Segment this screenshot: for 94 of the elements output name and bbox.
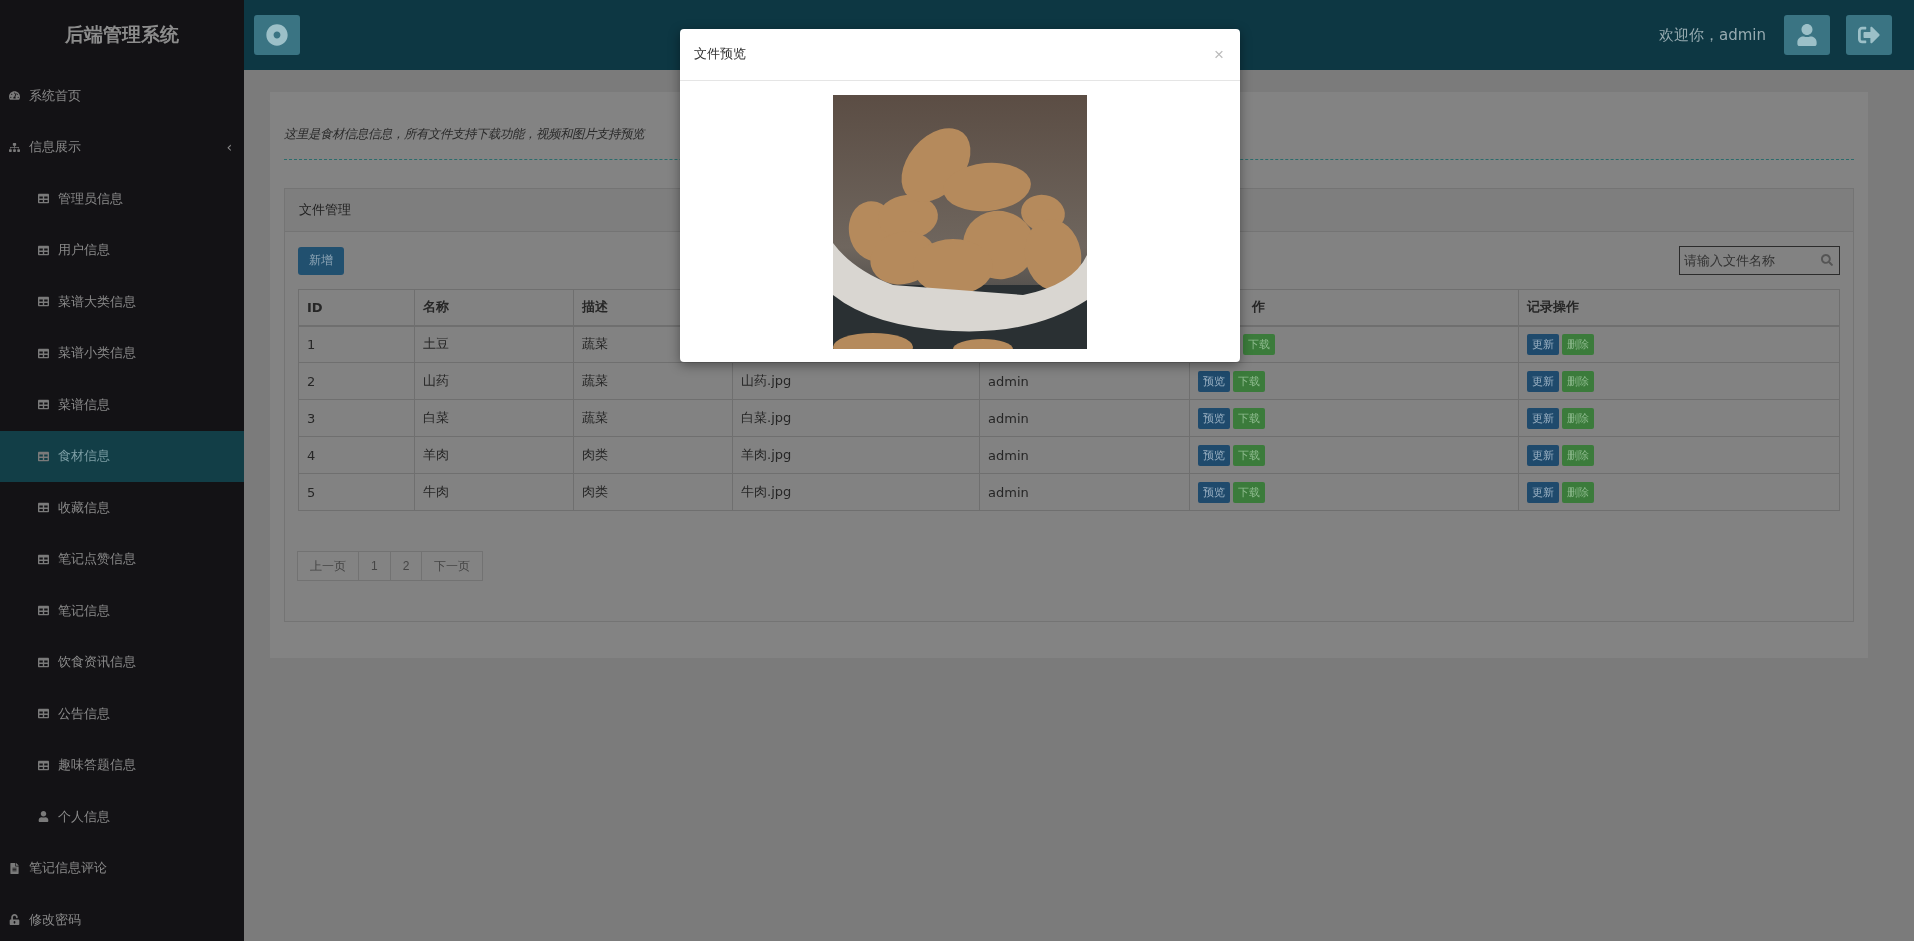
sidebar-item[interactable]: 管理员信息 [0, 173, 244, 225]
column-header: 描述 [582, 299, 608, 315]
secondary-action-button[interactable]: 删除 [1562, 333, 1594, 355]
primary-action-button[interactable]: 预览 [1198, 444, 1230, 466]
secondary-action-button[interactable]: 删除 [1562, 370, 1594, 392]
table-cell: admin [988, 484, 1029, 500]
primary-action-button[interactable]: 更新 [1527, 370, 1559, 392]
secondary-action-button[interactable]: 删除 [1562, 444, 1594, 466]
table-cell: 蔬菜 [582, 410, 608, 425]
sidebar-item[interactable]: 菜谱信息 [0, 379, 244, 431]
sidebar-item[interactable]: 修改密码 [0, 894, 244, 941]
primary-action-button[interactable]: 更新 [1527, 333, 1559, 355]
gauge-icon [9, 90, 20, 102]
table-cell: 土豆 [423, 336, 449, 352]
sitemap-icon [9, 141, 20, 153]
primary-action-button[interactable]: 更新 [1527, 481, 1559, 503]
sidebar-item[interactable]: 公告信息 [0, 688, 244, 740]
table-cell: admin [988, 447, 1029, 463]
table-icon [38, 759, 49, 771]
sidebar-item[interactable]: 菜谱大类信息 [0, 276, 244, 328]
sidebar-item[interactable]: 饮食资讯信息 [0, 636, 244, 688]
table-cell: 羊肉.jpg [741, 447, 792, 462]
sidebar-item[interactable]: 趣味答题信息 [0, 739, 244, 791]
secondary-action-button[interactable]: 下载 [1233, 407, 1265, 429]
sidebar-item[interactable]: 笔记信息评论 [0, 842, 244, 894]
column-header: ID [307, 299, 323, 315]
sidebar-item[interactable]: 菜谱小类信息 [0, 327, 244, 379]
secondary-action-button[interactable]: 删除 [1562, 407, 1594, 429]
primary-action-button[interactable]: 预览 [1198, 407, 1230, 429]
table-icon [38, 708, 49, 720]
person-icon [38, 811, 49, 823]
table-icon [38, 347, 49, 359]
table-icon [38, 502, 49, 514]
table-icon [38, 605, 49, 617]
sidebar-item[interactable]: 食材信息 [0, 430, 244, 482]
table-icon [38, 450, 49, 462]
sidebar-item[interactable]: 信息展示 ‹ [0, 121, 244, 173]
search-field[interactable]: 请输入文件名称 [1679, 246, 1840, 275]
sidebar-item[interactable]: 收藏信息 [0, 482, 244, 534]
app-title: 后端管理系统 [64, 22, 180, 47]
table-cell: admin [988, 410, 1029, 426]
secondary-action-button[interactable]: 删除 [1562, 481, 1594, 503]
sidebar-item[interactable]: 用户信息 [0, 224, 244, 276]
page-button[interactable]: 1 [358, 551, 391, 581]
sidebar-item[interactable]: 个人信息 [0, 791, 244, 843]
table-cell: 白菜.jpg [741, 410, 792, 425]
table-cell: 1 [307, 336, 316, 352]
menu-toggle-button[interactable] [254, 15, 300, 55]
table-cell: 3 [307, 410, 316, 426]
primary-action-button[interactable]: 预览 [1198, 370, 1230, 392]
document-icon [9, 862, 20, 874]
secondary-action-button[interactable]: 下载 [1233, 444, 1265, 466]
table-cell: 4 [307, 447, 316, 463]
table-cell: admin [988, 373, 1029, 389]
primary-action-button[interactable]: 更新 [1527, 444, 1559, 466]
table-cell: 山药 [423, 373, 449, 388]
table-icon [38, 244, 49, 256]
table-cell: 蔬菜 [582, 336, 608, 352]
table-cell: 蔬菜 [582, 373, 608, 388]
profile-button[interactable] [1784, 15, 1830, 55]
table-icon [38, 656, 49, 668]
logout-button[interactable] [1846, 15, 1892, 55]
search-icon [1821, 254, 1833, 266]
table-cell: 白菜 [423, 410, 449, 425]
sidebar-item[interactable]: 笔记点赞信息 [0, 533, 244, 585]
add-button[interactable]: 新增 [298, 246, 344, 275]
table-cell: 5 [307, 484, 316, 500]
caret-icon: ‹ [226, 139, 232, 156]
table-icon [38, 399, 49, 411]
table-cell: 2 [307, 373, 316, 389]
user-icon [1796, 24, 1818, 46]
table-cell: 山药.jpg [741, 373, 792, 388]
table-cell: 羊肉 [423, 447, 449, 462]
lock-icon [9, 914, 20, 926]
column-header: 名称 [423, 299, 449, 315]
table-cell: 肉类 [582, 447, 608, 462]
logout-icon [1858, 24, 1880, 46]
column-header: 记录操作 [1527, 299, 1579, 315]
table-icon [38, 553, 49, 565]
table-icon [38, 296, 49, 308]
table-cell: 牛肉.jpg [741, 484, 792, 499]
dialog-title: 文件预览 [694, 46, 746, 63]
sidebar-item[interactable]: 系统首页 [0, 70, 244, 122]
sidebar-item[interactable]: 笔记信息 [0, 585, 244, 637]
secondary-action-button[interactable]: 下载 [1233, 370, 1265, 392]
primary-action-button[interactable]: 更新 [1527, 407, 1559, 429]
table-cell: 牛肉 [423, 484, 449, 499]
table-icon [38, 193, 49, 205]
table-cell: 肉类 [582, 484, 608, 499]
primary-action-button[interactable]: 预览 [1198, 481, 1230, 503]
column-header: 作 [1252, 299, 1265, 315]
welcome-text: 欢迎你，admin [1659, 25, 1766, 45]
secondary-action-button[interactable]: 下载 [1243, 333, 1275, 355]
secondary-action-button[interactable]: 下载 [1233, 481, 1265, 503]
